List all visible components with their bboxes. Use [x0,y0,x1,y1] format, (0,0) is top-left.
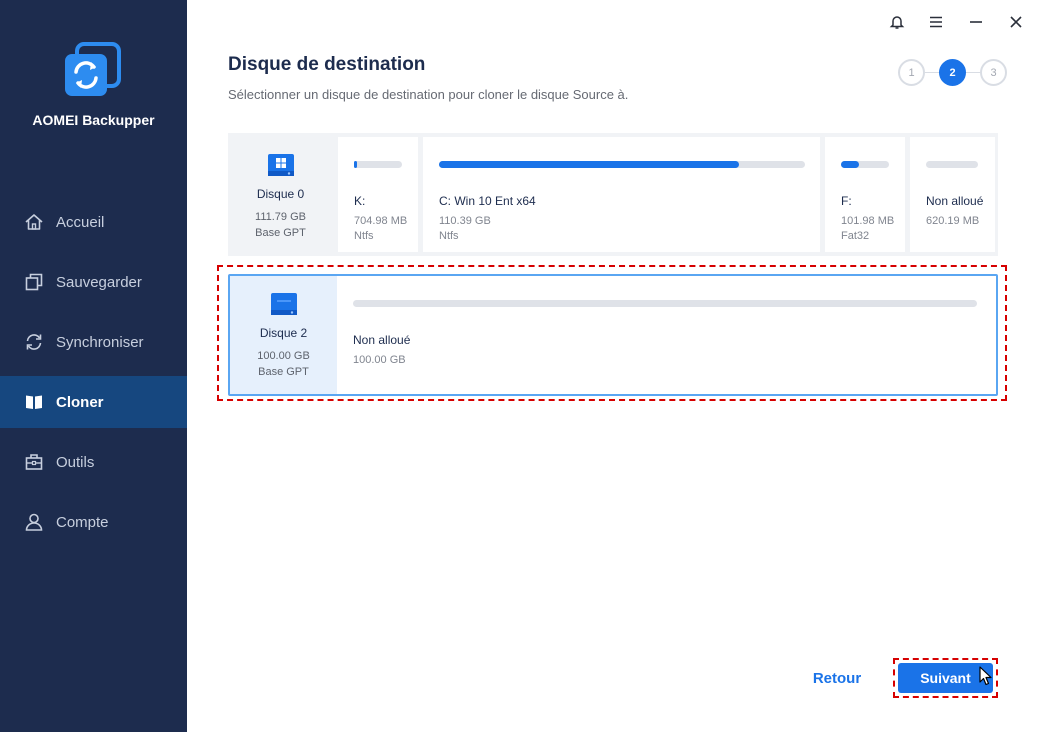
partition-size: 100.00 GB [353,354,406,366]
step-3: 3 [980,59,1007,86]
sidebar-nav: Accueil Sauvegarder Synchroniser Cloner … [0,196,187,556]
sidebar-item-label: Synchroniser [56,333,144,351]
partition-details: 704.98 MB Ntfs [354,214,407,244]
disk-drive-icon [230,290,337,322]
sidebar-item-label: Compte [56,513,109,531]
partition-details: 101.98 MB Fat32 [841,214,894,244]
partition-f[interactable]: F: 101.98 MB Fat32 [825,137,905,252]
partition-fs: Ntfs [439,230,459,242]
disk-row-2[interactable]: Disque 2 100.00 GB Base GPT Non alloué 1… [228,274,998,396]
clone-icon [23,391,45,413]
sidebar-item-label: Cloner [56,393,104,411]
usage-fill [354,161,357,168]
step-connector [966,72,980,73]
sidebar: AOMEI Backupper Accueil Sauvegarder Sync… [0,0,187,732]
back-button[interactable]: Retour [805,667,869,691]
step-2: 2 [939,59,966,86]
usage-bar [354,161,402,168]
sidebar-item-compte[interactable]: Compte [0,496,187,548]
home-icon [23,211,45,233]
partition-size: 101.98 MB [841,215,895,227]
backup-icon [23,271,45,293]
sidebar-item-synchroniser[interactable]: Synchroniser [0,316,187,368]
partition-fs: Fat32 [841,230,870,242]
mouse-cursor-icon [979,666,992,686]
page-title: Disque de destination [228,54,426,75]
app-logo-icon [62,42,122,100]
partition-size: 704.98 MB [354,215,408,227]
usage-bar [353,300,977,307]
usage-bar [439,161,805,168]
partition-details: 100.00 GB [353,353,406,368]
page-subtitle: Sélectionner un disque de destination po… [228,87,629,102]
partition-unallocated[interactable]: Non alloué 620.19 MB [910,137,995,252]
step-1: 1 [898,59,925,86]
partition-size: 620.19 MB [926,215,980,227]
step-connector [925,72,939,73]
disk-size: 100.00 GB [257,350,310,362]
partition-label: C: Win 10 Ent x64 [439,194,536,208]
partition-size: 110.39 GB [439,215,491,227]
disk-size: 111.79 GB [255,211,306,223]
sidebar-item-cloner[interactable]: Cloner [0,376,187,428]
usage-bar [841,161,889,168]
toolbox-icon [23,451,45,473]
usage-fill [841,161,860,168]
disk-name: Disque 2 [259,326,308,340]
partition-details: 620.19 MB [926,214,979,229]
bell-icon[interactable] [886,11,908,33]
disk-info: Disque 0 111.79 GB Base GPT [228,133,333,256]
disk-info: Disque 2 100.00 GB Base GPT [230,276,337,394]
disk-name: Disque 0 [256,187,305,201]
disk-type: Base GPT [258,366,309,378]
partition-fs: Ntfs [354,230,374,242]
sidebar-item-label: Accueil [56,213,105,231]
partition-unallocated[interactable]: Non alloué 100.00 GB [337,276,994,394]
sidebar-item-outils[interactable]: Outils [0,436,187,488]
minimize-icon[interactable] [965,11,987,33]
next-button-highlight: Suivant [893,658,998,698]
app-name: AOMEI Backupper [32,112,155,128]
sidebar-item-sauvegarder[interactable]: Sauvegarder [0,256,187,308]
partition-label: F: [841,194,852,208]
disk-drive-icon [228,151,333,183]
partition-c[interactable]: C: Win 10 Ent x64 110.39 GB Ntfs [423,137,820,252]
usage-fill [439,161,740,168]
user-icon [23,511,45,533]
sidebar-item-label: Outils [56,453,95,471]
sync-icon [23,331,45,353]
partition-label: K: [354,194,366,208]
sidebar-item-accueil[interactable]: Accueil [0,196,187,248]
partition-k[interactable]: K: 704.98 MB Ntfs [338,137,418,252]
sidebar-item-label: Sauvegarder [56,273,142,291]
step-indicator: 1 2 3 [898,59,1008,86]
partition-details: 110.39 GB Ntfs [439,214,491,244]
close-icon[interactable] [1005,11,1027,33]
partition-label: Non alloué [926,194,984,208]
usage-bar [926,161,978,168]
disk-row-0[interactable]: Disque 0 111.79 GB Base GPT K: 704.98 MB… [228,133,998,256]
menu-icon[interactable] [925,11,947,33]
partition-label: Non alloué [353,333,411,347]
disk-type: Base GPT [255,227,306,239]
